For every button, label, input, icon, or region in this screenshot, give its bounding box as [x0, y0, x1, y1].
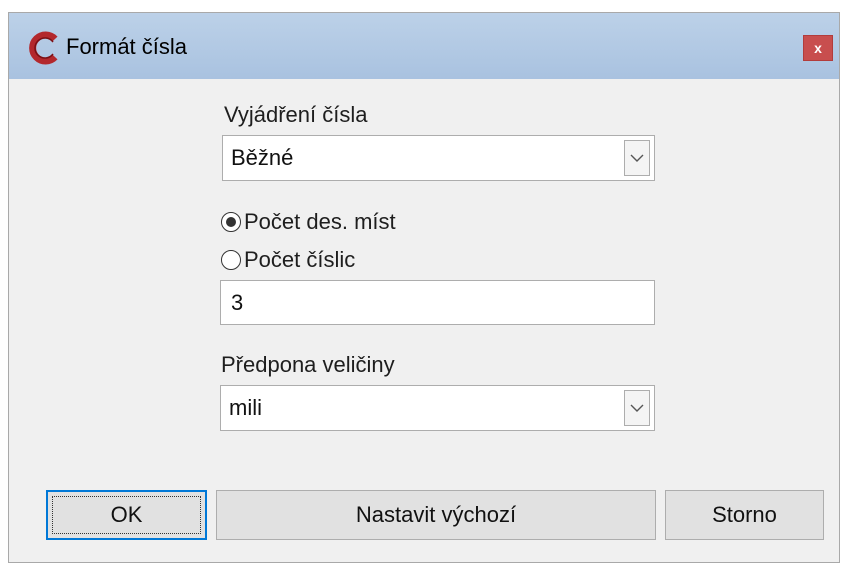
unit-prefix-select[interactable]: mili: [220, 385, 655, 431]
number-format-select[interactable]: Běžné: [222, 135, 655, 181]
radio-digits-label: Počet číslic: [244, 247, 356, 272]
unit-prefix-dropdown-button[interactable]: [624, 390, 650, 426]
title-bar[interactable]: Formát čísla x: [9, 13, 839, 79]
radio-digits-button[interactable]: [221, 250, 241, 270]
number-format-label: Vyjádření čísla: [224, 102, 368, 127]
cancel-button-label: Storno: [712, 502, 777, 527]
ok-button[interactable]: OK: [46, 490, 207, 540]
close-button[interactable]: x: [803, 35, 833, 61]
format-number-dialog: Formát čísla x Vyjádření čísla Běžné Poč…: [8, 12, 840, 563]
unit-prefix-value: mili: [229, 395, 262, 420]
cancel-button[interactable]: Storno: [665, 490, 824, 540]
precision-input-value: 3: [231, 289, 244, 315]
window-title: Formát čísla: [66, 34, 188, 59]
app-logo-icon: [29, 31, 58, 65]
radio-decimal-places-label: Počet des. míst: [244, 209, 396, 234]
radio-decimal-places-button[interactable]: [221, 212, 241, 232]
set-default-button-label: Nastavit výchozí: [355, 502, 517, 527]
focus-rectangle: [52, 496, 201, 534]
radio-digits[interactable]: Počet číslic: [221, 246, 355, 274]
number-format-dropdown-button[interactable]: [624, 140, 650, 176]
unit-prefix-label: Předpona veličiny: [221, 352, 395, 377]
radio-decimal-places[interactable]: Počet des. míst: [221, 208, 396, 236]
precision-input[interactable]: 3: [220, 280, 655, 325]
number-format-value: Běžné: [231, 145, 294, 170]
chevron-down-icon: [630, 404, 644, 412]
radio-selected-dot: [226, 217, 236, 227]
chevron-down-icon: [630, 154, 644, 162]
set-default-button[interactable]: Nastavit výchozí: [216, 490, 656, 540]
close-icon: x: [814, 40, 822, 56]
